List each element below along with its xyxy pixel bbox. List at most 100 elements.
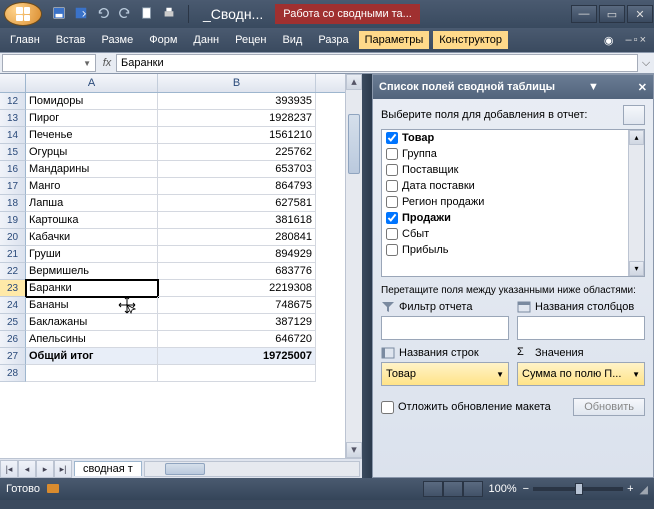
- row-header[interactable]: 23: [0, 280, 26, 297]
- pane-close-icon[interactable]: ✕: [638, 81, 647, 94]
- zone-filter[interactable]: [381, 316, 509, 340]
- mdi-close[interactable]: ×: [640, 34, 646, 46]
- field-item[interactable]: Товар: [382, 130, 644, 146]
- fieldlist-scrollbar[interactable]: ▴ ▾: [628, 130, 644, 276]
- cell[interactable]: 19725007: [158, 348, 316, 365]
- formula-input[interactable]: Баранки: [116, 54, 638, 72]
- tab-data[interactable]: Данн: [187, 31, 225, 49]
- scroll-up-icon[interactable]: ▴: [629, 130, 644, 145]
- row-header[interactable]: 20: [0, 229, 26, 246]
- office-button[interactable]: [4, 2, 42, 26]
- row-header[interactable]: 26: [0, 331, 26, 348]
- cell[interactable]: 1561210: [158, 127, 316, 144]
- sheet-nav-first[interactable]: |◂: [0, 460, 18, 478]
- cell[interactable]: Бананы: [26, 297, 158, 314]
- cell[interactable]: Кабачки: [26, 229, 158, 246]
- tab-options[interactable]: Параметры: [359, 31, 430, 49]
- tab-review[interactable]: Рецен: [229, 31, 272, 49]
- cell[interactable]: 894929: [158, 246, 316, 263]
- table-row[interactable]: 22Вермишель683776: [0, 263, 345, 280]
- zoom-in-icon[interactable]: +: [627, 483, 633, 495]
- table-row[interactable]: 18Лапша627581: [0, 195, 345, 212]
- cell[interactable]: Пирог: [26, 110, 158, 127]
- field-item[interactable]: Поставщик: [382, 162, 644, 178]
- pane-splitter[interactable]: [362, 74, 372, 478]
- cell[interactable]: 2219308: [158, 280, 316, 297]
- cell[interactable]: 387129: [158, 314, 316, 331]
- zoom-out-icon[interactable]: −: [523, 483, 529, 495]
- zoom-slider[interactable]: [533, 487, 623, 491]
- defer-checkbox[interactable]: [381, 401, 394, 414]
- table-row[interactable]: 19Картошка381618: [0, 212, 345, 229]
- cell[interactable]: 627581: [158, 195, 316, 212]
- cell[interactable]: Огурцы: [26, 144, 158, 161]
- table-row[interactable]: 23Баранки2219308: [0, 280, 345, 297]
- layout-options-button[interactable]: [623, 105, 645, 125]
- field-checkbox[interactable]: [386, 212, 398, 224]
- row-header[interactable]: 27: [0, 348, 26, 365]
- close-button[interactable]: ✕: [627, 5, 653, 23]
- sheet-tab[interactable]: сводная т: [74, 461, 142, 476]
- update-button[interactable]: Обновить: [573, 398, 645, 416]
- table-row[interactable]: 26Апельсины646720: [0, 331, 345, 348]
- table-row[interactable]: 21Груши894929: [0, 246, 345, 263]
- cell[interactable]: Баклажаны: [26, 314, 158, 331]
- cell[interactable]: Лапша: [26, 195, 158, 212]
- field-item[interactable]: Продажи: [382, 210, 644, 226]
- cell[interactable]: 1928237: [158, 110, 316, 127]
- field-item[interactable]: Регион продажи: [382, 194, 644, 210]
- field-checkbox[interactable]: [386, 148, 398, 160]
- table-row[interactable]: 16Мандарины653703: [0, 161, 345, 178]
- maximize-button[interactable]: ▭: [599, 5, 625, 23]
- field-item[interactable]: Сбыт: [382, 226, 644, 242]
- select-all-corner[interactable]: [0, 74, 26, 92]
- col-header-b[interactable]: B: [158, 74, 316, 92]
- cell[interactable]: Помидоры: [26, 93, 158, 110]
- field-checkbox[interactable]: [386, 164, 398, 176]
- tab-view[interactable]: Вид: [276, 31, 308, 49]
- new-icon[interactable]: [140, 6, 154, 23]
- cell[interactable]: Манго: [26, 178, 158, 195]
- scroll-up-icon[interactable]: ▴: [346, 74, 362, 90]
- zone-rows[interactable]: Товар▼: [381, 362, 509, 386]
- scroll-down-icon[interactable]: ▾: [629, 261, 644, 276]
- view-layout[interactable]: [443, 481, 463, 497]
- table-row[interactable]: 20Кабачки280841: [0, 229, 345, 246]
- field-checkbox[interactable]: [386, 228, 398, 240]
- cell[interactable]: Печенье: [26, 127, 158, 144]
- table-row[interactable]: 28: [0, 365, 345, 382]
- mdi-restore[interactable]: ▫: [634, 34, 638, 46]
- sheet-nav-next[interactable]: ▸: [36, 460, 54, 478]
- redo-icon[interactable]: [118, 6, 132, 23]
- cell[interactable]: Картошка: [26, 212, 158, 229]
- cell[interactable]: Апельсины: [26, 331, 158, 348]
- cell[interactable]: [158, 365, 316, 382]
- sheet-nav-last[interactable]: ▸|: [54, 460, 72, 478]
- vertical-scrollbar[interactable]: ▴ ▾: [345, 74, 362, 458]
- cell[interactable]: 225762: [158, 144, 316, 161]
- cell[interactable]: [26, 365, 158, 382]
- row-header[interactable]: 15: [0, 144, 26, 161]
- field-checkbox[interactable]: [386, 180, 398, 192]
- mdi-minimize[interactable]: –: [626, 34, 632, 46]
- table-row[interactable]: 14Печенье1561210: [0, 127, 345, 144]
- col-header-a[interactable]: A: [26, 74, 158, 92]
- tab-home[interactable]: Главн: [4, 31, 46, 49]
- table-row[interactable]: 17Манго864793: [0, 178, 345, 195]
- minimize-button[interactable]: —: [571, 5, 597, 23]
- table-row[interactable]: 24Бананы748675: [0, 297, 345, 314]
- view-normal[interactable]: [423, 481, 443, 497]
- row-header[interactable]: 18: [0, 195, 26, 212]
- save-as-icon[interactable]: [74, 6, 88, 23]
- row-header[interactable]: 22: [0, 263, 26, 280]
- cell[interactable]: Общий итог: [26, 348, 158, 365]
- field-item[interactable]: Группа: [382, 146, 644, 162]
- table-row[interactable]: 27Общий итог19725007: [0, 348, 345, 365]
- field-checkbox[interactable]: [386, 196, 398, 208]
- field-list[interactable]: ТоварГруппаПоставщикДата поставкиРегион …: [381, 129, 645, 277]
- help-icon[interactable]: ◉: [600, 34, 618, 47]
- row-header[interactable]: 14: [0, 127, 26, 144]
- table-row[interactable]: 15Огурцы225762: [0, 144, 345, 161]
- cell[interactable]: 280841: [158, 229, 316, 246]
- view-break[interactable]: [463, 481, 483, 497]
